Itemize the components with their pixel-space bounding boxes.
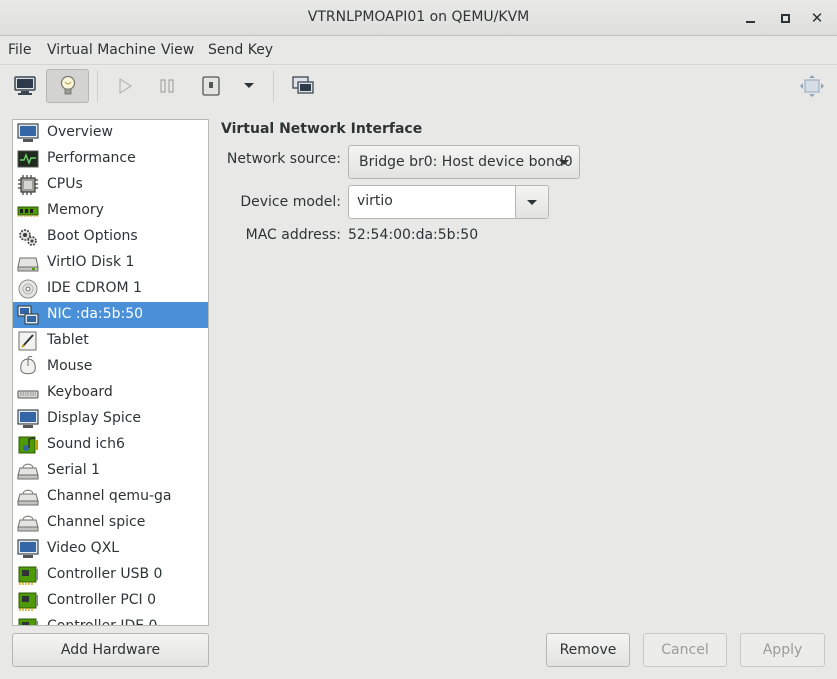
video-monitor-icon — [17, 539, 39, 558]
list-item-channel-qemu-ga[interactable]: Channel qemu-ga — [13, 484, 208, 510]
mac-address-value: 52:54:00:da:5b:50 — [348, 227, 479, 243]
device-model-dropdown-button[interactable] — [515, 186, 548, 218]
maximize-button[interactable] — [776, 9, 794, 27]
details-lightbulb-icon — [60, 75, 75, 95]
list-item-controller-ide[interactable]: Controller IDE 0 — [13, 614, 208, 625]
snapshots-button[interactable] — [286, 69, 320, 103]
minimize-icon — [745, 20, 755, 23]
list-item-controller-usb[interactable]: Controller USB 0 — [13, 562, 208, 588]
title-bar: VTRNLPMOAPI01 on QEMU/KVM ✕ — [0, 0, 837, 36]
fullscreen-button[interactable] — [796, 69, 828, 103]
hardware-list: Overview Performance CPUs Memory Boot Op… — [12, 119, 209, 626]
vm-details-window: VTRNLPMOAPI01 on QEMU/KVM ✕ File Virtual… — [0, 0, 837, 679]
section-title: Virtual Network Interface — [221, 121, 423, 137]
apply-button[interactable]: Apply — [740, 633, 825, 667]
dropdown-chevron-icon — [244, 83, 254, 88]
menu-virtual-machine[interactable]: Virtual Machine — [47, 42, 156, 58]
close-button[interactable]: ✕ — [808, 9, 826, 27]
device-model-input[interactable]: virtio — [357, 193, 393, 209]
maximize-icon — [780, 13, 790, 23]
list-item-display-spice[interactable]: Display Spice — [13, 406, 208, 432]
menu-send-key[interactable]: Send Key — [208, 42, 273, 58]
device-model-combo[interactable]: virtio — [348, 185, 549, 219]
list-item-ide-cdrom[interactable]: IDE CDROM 1 — [13, 276, 208, 302]
fullscreen-icon — [800, 75, 824, 97]
toolbar-separator — [97, 70, 98, 102]
list-item-cpus[interactable]: CPUs — [13, 172, 208, 198]
window-title: VTRNLPMOAPI01 on QEMU/KVM — [307, 9, 530, 25]
list-item-memory[interactable]: Memory — [13, 198, 208, 224]
cancel-button[interactable]: Cancel — [643, 633, 727, 667]
channel-icon — [17, 515, 39, 532]
disk-drive-icon — [17, 257, 39, 272]
mouse-icon — [20, 356, 36, 375]
run-icon — [119, 77, 133, 95]
list-item-video-qxl[interactable]: Video QXL — [13, 536, 208, 562]
list-item-sound[interactable]: Sound ich6 — [13, 432, 208, 458]
controller-card-icon — [18, 566, 38, 585]
menu-view[interactable]: View — [161, 42, 194, 58]
pause-button[interactable] — [152, 69, 182, 103]
console-icon — [14, 76, 36, 95]
shutdown-icon — [202, 76, 220, 96]
list-item-virtio-disk[interactable]: VirtIO Disk 1 — [13, 250, 208, 276]
sound-card-icon — [18, 436, 38, 454]
list-item-tablet[interactable]: Tablet — [13, 328, 208, 354]
channel-icon — [17, 489, 39, 506]
list-item-mouse[interactable]: Mouse — [13, 354, 208, 380]
serial-port-icon — [17, 463, 39, 480]
console-button[interactable] — [6, 69, 44, 103]
network-source-value: Bridge br0: Host device bond0 — [359, 154, 573, 170]
device-model-label: Device model: — [240, 194, 341, 210]
snapshots-icon — [292, 76, 314, 94]
list-item-performance[interactable]: Performance — [13, 146, 208, 172]
toolbar-separator — [273, 70, 274, 102]
display-icon — [17, 409, 39, 428]
pause-icon — [160, 79, 174, 93]
remove-button[interactable]: Remove — [546, 633, 630, 667]
controller-card-icon — [18, 618, 38, 625]
controller-card-icon — [18, 592, 38, 611]
performance-graph-icon — [17, 150, 39, 168]
mac-address-label: MAC address: — [245, 227, 341, 243]
run-button[interactable] — [110, 69, 140, 103]
list-item-keyboard[interactable]: Keyboard — [13, 380, 208, 406]
list-item-serial[interactable]: Serial 1 — [13, 458, 208, 484]
gears-icon — [19, 229, 37, 246]
close-icon: ✕ — [810, 8, 824, 27]
minimize-button[interactable] — [741, 9, 759, 27]
keyboard-icon — [17, 390, 39, 399]
menu-bar: File Virtual Machine View Send Key — [0, 37, 837, 65]
monitor-icon — [17, 123, 39, 142]
network-card-icon — [17, 305, 39, 325]
network-source-dropdown[interactable]: Bridge br0: Host device bond0 — [348, 145, 580, 179]
add-hardware-button[interactable]: Add Hardware — [12, 633, 209, 667]
shutdown-menu-button[interactable] — [237, 69, 261, 103]
list-item-channel-spice[interactable]: Channel spice — [13, 510, 208, 536]
network-source-label: Network source: — [226, 151, 341, 167]
shutdown-button[interactable] — [195, 69, 227, 103]
list-item-nic[interactable]: NIC :da:5b:50 — [13, 302, 208, 328]
list-item-controller-pci[interactable]: Controller PCI 0 — [13, 588, 208, 614]
list-item-boot-options[interactable]: Boot Options — [13, 224, 208, 250]
tablet-icon — [18, 331, 37, 351]
chevron-down-icon — [559, 160, 569, 165]
list-item-overview[interactable]: Overview — [13, 120, 208, 146]
cpu-chip-icon — [18, 175, 38, 195]
toolbar — [0, 66, 837, 108]
menu-file[interactable]: File — [8, 42, 31, 58]
details-button[interactable] — [46, 69, 89, 103]
cdrom-icon — [18, 279, 38, 299]
memory-module-icon — [17, 206, 39, 217]
